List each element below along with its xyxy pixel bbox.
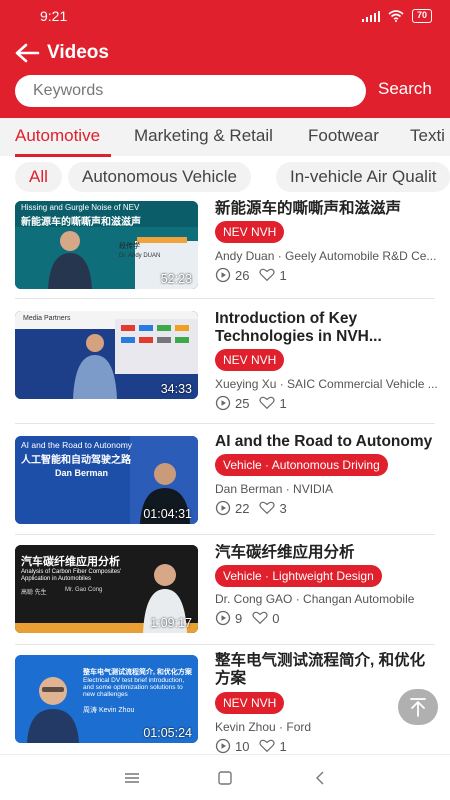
play-circle-icon — [215, 395, 231, 411]
chip-autonomous-vehicle[interactable]: Autonomous Vehicle — [68, 162, 251, 192]
video-meta: Andy Duan · Geely Automobile R&D Ce... — [215, 249, 437, 263]
video-stats: 25 1 — [215, 395, 297, 411]
video-item[interactable]: Media Partners 34:33 Introduction of Key… — [0, 308, 450, 418]
back-icon[interactable] — [310, 769, 330, 787]
video-meta: Dr. Cong GAO · Changan Automobile — [215, 592, 415, 606]
tab-marketing-retail[interactable]: Marketing & Retail — [134, 126, 273, 146]
play-circle-icon — [215, 610, 231, 626]
system-nav-bar — [0, 754, 450, 800]
video-title[interactable]: 新能源车的嘶嘶声和滋滋声 — [215, 200, 437, 218]
heart-icon[interactable] — [259, 738, 276, 754]
thumbnail-speaker: Mr. Gao Cong — [65, 587, 103, 593]
thumbnail-caption: 人工智能和自动驾驶之路 — [21, 455, 131, 466]
like-count: 1 — [279, 738, 287, 754]
thumbnail-caption: Electrical DV test brief introduction, a… — [83, 677, 185, 698]
battery-icon: 70 — [411, 9, 432, 23]
divider — [15, 423, 435, 424]
view-count: 25 — [235, 395, 250, 411]
video-item[interactable]: AI and the Road to Autonomy 人工智能和自动驾驶之路 … — [0, 433, 450, 543]
video-meta: Dan Berman · NVIDIA — [215, 482, 334, 496]
page-title: Videos — [47, 42, 109, 63]
heart-icon[interactable] — [259, 500, 276, 516]
video-meta: Xueying Xu · SAIC Commercial Vehicle ... — [215, 377, 438, 391]
chip-all[interactable]: All — [15, 162, 62, 192]
video-thumbnail[interactable]: Hissing and Gurgle Noise of NEV 新能源车的嘶嘶声… — [15, 201, 198, 289]
heart-icon[interactable] — [252, 610, 268, 626]
video-thumbnail[interactable]: Media Partners 34:33 — [15, 311, 198, 399]
thumbnail-caption: 新能源车的嘶嘶声和滋滋声 — [21, 217, 141, 228]
thumbnail-caption: 整车电气测试流程简介, 和优化方案 — [83, 669, 192, 676]
thumbnail-speaker: Dan Berman — [55, 468, 109, 478]
video-stats: 26 1 — [215, 267, 297, 283]
video-item[interactable]: Hissing and Gurgle Noise of NEV 新能源车的嘶嘶声… — [0, 198, 450, 308]
thumbnail-caption: Hissing and Gurgle Noise of NEV — [21, 203, 140, 212]
video-tag[interactable]: NEV NVH — [215, 221, 285, 243]
video-tag[interactable]: Vehicle · Autonomous Driving — [215, 454, 388, 476]
view-count: 10 — [235, 738, 250, 754]
like-count: 1 — [279, 395, 287, 411]
status-icons: 70 — [361, 9, 432, 23]
video-title[interactable]: Introduction of Key Technologies in NVH.… — [215, 310, 437, 346]
video-duration: 01:04:31 — [143, 507, 192, 521]
active-tab-indicator — [15, 154, 111, 157]
thumbnail-speaker: Dr. Andy DUAN — [119, 253, 161, 259]
video-stats: 9 0 — [215, 610, 289, 626]
search-input[interactable] — [15, 75, 366, 107]
play-circle-icon — [215, 738, 231, 754]
video-item[interactable]: 整车电气测试流程简介, 和优化方案 Electrical DV test bri… — [0, 652, 450, 764]
status-time: 9:21 — [40, 8, 68, 24]
status-bar: 9:21 70 — [0, 0, 450, 32]
like-count: 3 — [279, 500, 287, 516]
search-button[interactable]: Search — [378, 79, 432, 99]
video-title[interactable]: 整车电气测试流程简介, 和优化方案 — [215, 652, 437, 688]
subcategory-chips: All Autonomous Vehicle In-vehicle Air Qu… — [0, 158, 450, 198]
thumbnail-caption: Media Partners — [23, 315, 71, 322]
play-circle-icon — [215, 267, 231, 283]
arrow-left-icon[interactable] — [14, 42, 40, 64]
menu-icon[interactable] — [122, 769, 142, 787]
divider — [15, 534, 435, 535]
tab-textiles[interactable]: Texti — [410, 126, 445, 146]
thumbnail-caption: Analysis of Carbon Fiber Composites' App… — [21, 569, 122, 582]
divider — [15, 298, 435, 299]
video-title[interactable]: 汽车碳纤维应用分析 — [215, 544, 437, 562]
tab-footwear[interactable]: Footwear — [308, 126, 379, 146]
view-count: 22 — [235, 500, 250, 516]
video-tag[interactable]: NEV NVH — [215, 349, 285, 371]
video-thumbnail[interactable]: 汽车碳纤维应用分析 Analysis of Carbon Fiber Compo… — [15, 545, 198, 633]
video-thumbnail[interactable]: 整车电气测试流程简介, 和优化方案 Electrical DV test bri… — [15, 655, 198, 743]
chip-in-vehicle-air-quality[interactable]: In-vehicle Air Qualit — [276, 162, 450, 192]
arrow-up-icon — [410, 698, 426, 717]
scroll-to-top-button[interactable] — [398, 689, 438, 725]
divider — [15, 644, 435, 645]
category-tabs: Automotive Marketing & Retail Footwear T… — [0, 118, 450, 157]
video-stats: 10 1 — [215, 738, 297, 754]
thumbnail-caption: AI and the Road to Autonomy — [21, 440, 133, 450]
thumbnail-speaker: 高聪 先生 — [21, 590, 47, 596]
video-title[interactable]: AI and the Road to Autonomy — [215, 433, 437, 451]
video-tag[interactable]: Vehicle · Lightweight Design — [215, 565, 382, 587]
video-thumbnail[interactable]: AI and the Road to Autonomy 人工智能和自动驾驶之路 … — [15, 436, 198, 524]
play-circle-icon — [215, 500, 231, 516]
video-stats: 22 3 — [215, 500, 297, 516]
signal-icon — [361, 10, 380, 22]
view-count: 9 — [235, 610, 243, 626]
thumbnail-speaker: 段传学 — [119, 243, 140, 250]
like-count: 1 — [279, 267, 287, 283]
heart-icon[interactable] — [259, 395, 276, 411]
wifi-icon — [388, 10, 404, 22]
video-duration: 52:23 — [160, 272, 192, 286]
like-count: 0 — [272, 610, 280, 626]
video-item[interactable]: 汽车碳纤维应用分析 Analysis of Carbon Fiber Compo… — [0, 544, 450, 654]
thumbnail-speaker: 周涛 Kevin Zhou — [83, 707, 135, 714]
video-duration: 1:09:17 — [150, 616, 192, 630]
view-count: 26 — [235, 267, 250, 283]
video-duration: 01:05:24 — [143, 726, 192, 740]
video-tag[interactable]: NEV NVH — [215, 692, 285, 714]
heart-icon[interactable] — [259, 267, 276, 283]
home-icon[interactable] — [215, 769, 235, 787]
thumbnail-caption: 汽车碳纤维应用分析 — [21, 556, 120, 568]
tab-automotive[interactable]: Automotive — [15, 126, 100, 146]
video-duration: 34:33 — [160, 382, 192, 396]
